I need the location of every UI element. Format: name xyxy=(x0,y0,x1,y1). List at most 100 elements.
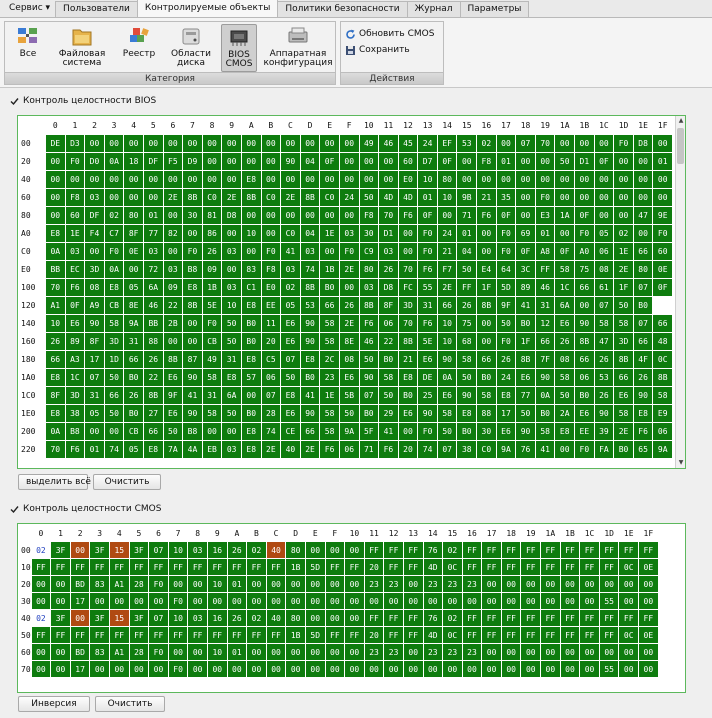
hex-byte-cell[interactable]: 8E xyxy=(124,297,143,314)
hex-byte-cell[interactable]: E8 xyxy=(241,297,261,314)
hex-byte-cell[interactable]: 9B xyxy=(457,189,477,206)
hex-byte-cell[interactable]: 00 xyxy=(286,661,305,677)
hex-byte-cell[interactable]: 06 xyxy=(653,423,672,440)
hex-byte-cell[interactable]: 10 xyxy=(168,542,188,558)
hex-byte-cell[interactable]: 1D xyxy=(104,351,124,368)
hex-byte-cell[interactable]: F0 xyxy=(575,441,594,458)
hex-byte-cell[interactable]: 00 xyxy=(266,576,286,592)
hex-byte-cell[interactable]: 00 xyxy=(379,171,398,188)
hex-byte-cell[interactable]: 00 xyxy=(168,576,188,592)
hex-byte-cell[interactable]: 00 xyxy=(364,593,384,609)
hex-byte-cell[interactable]: 00 xyxy=(183,135,202,152)
hex-byte-cell[interactable]: 00 xyxy=(188,644,207,660)
hex-byte-cell[interactable]: 00 xyxy=(653,135,672,152)
hex-byte-cell[interactable]: 20 xyxy=(261,333,281,350)
hex-byte-cell[interactable]: 00 xyxy=(345,576,364,592)
hex-byte-cell[interactable]: E6 xyxy=(398,405,418,422)
hex-byte-cell[interactable]: 50 xyxy=(163,423,183,440)
hex-byte-cell[interactable]: 00 xyxy=(521,661,541,677)
hex-byte-cell[interactable]: 00 xyxy=(477,243,496,260)
hex-byte-cell[interactable]: 26 xyxy=(339,297,359,314)
hex-byte-cell[interactable]: F0 xyxy=(653,225,672,242)
hex-byte-cell[interactable]: E6 xyxy=(281,315,300,332)
hex-byte-cell[interactable]: 00 xyxy=(281,135,300,152)
hex-byte-cell[interactable]: 8F xyxy=(85,333,104,350)
hex-byte-cell[interactable]: 00 xyxy=(555,189,575,206)
hex-byte-cell[interactable]: 00 xyxy=(104,171,124,188)
hex-byte-cell[interactable]: B8 xyxy=(183,423,202,440)
hex-byte-cell[interactable]: 6A xyxy=(143,279,163,296)
hex-byte-cell[interactable]: 00 xyxy=(580,576,599,592)
hex-byte-cell[interactable]: E6 xyxy=(65,315,85,332)
hex-byte-cell[interactable]: 00 xyxy=(222,225,241,242)
hex-byte-cell[interactable]: E6 xyxy=(163,369,183,386)
hex-byte-cell[interactable]: 00 xyxy=(266,593,286,609)
hex-byte-cell[interactable]: 00 xyxy=(320,243,339,260)
cmos-clear-button[interactable]: Очистить xyxy=(95,696,165,712)
hex-byte-cell[interactable]: 58 xyxy=(379,369,398,386)
refresh-cmos-button[interactable]: Обновить CMOS xyxy=(345,27,434,41)
hex-byte-cell[interactable]: 01 xyxy=(496,153,516,170)
hex-byte-cell[interactable]: F8 xyxy=(261,261,281,278)
hex-byte-cell[interactable]: FF xyxy=(580,627,599,643)
hex-byte-cell[interactable]: 2E xyxy=(163,189,183,206)
hex-byte-cell[interactable]: 90 xyxy=(535,369,555,386)
hex-byte-cell[interactable]: 80 xyxy=(124,207,143,224)
hex-byte-cell[interactable]: 00 xyxy=(202,153,222,170)
hex-byte-cell[interactable]: 07 xyxy=(281,351,300,368)
hex-byte-cell[interactable]: 31 xyxy=(124,333,143,350)
hex-byte-cell[interactable]: FF xyxy=(457,279,477,296)
hex-byte-cell[interactable]: 50 xyxy=(457,369,477,386)
hex-byte-cell[interactable]: FF xyxy=(51,627,70,643)
hex-byte-cell[interactable]: FF xyxy=(403,559,423,575)
hex-byte-cell[interactable]: 10 xyxy=(168,610,188,626)
hex-byte-cell[interactable]: 00 xyxy=(325,610,345,626)
hex-byte-cell[interactable]: 6A xyxy=(222,387,241,404)
hex-byte-cell[interactable]: 69 xyxy=(516,225,535,242)
hex-byte-cell[interactable]: 00 xyxy=(300,135,320,152)
hex-byte-cell[interactable]: 60 xyxy=(398,153,418,170)
invert-button[interactable]: Инверсия xyxy=(18,696,90,712)
hex-byte-cell[interactable]: 0F xyxy=(496,207,516,224)
hex-byte-cell[interactable]: 00 xyxy=(541,661,560,677)
hex-byte-cell[interactable]: 74 xyxy=(300,261,320,278)
hex-byte-cell[interactable]: FF xyxy=(325,627,345,643)
hex-byte-cell[interactable]: 00 xyxy=(482,661,501,677)
hex-byte-cell[interactable]: 48 xyxy=(653,333,672,350)
hex-byte-cell[interactable]: 22 xyxy=(143,369,163,386)
hex-byte-cell[interactable]: 01 xyxy=(227,576,247,592)
hex-byte-cell[interactable]: 02 xyxy=(443,542,462,558)
hex-byte-cell[interactable]: 00 xyxy=(462,661,482,677)
hex-byte-cell[interactable]: F0 xyxy=(149,576,168,592)
hex-byte-cell[interactable]: 00 xyxy=(633,225,653,242)
hex-byte-cell[interactable]: 00 xyxy=(325,661,345,677)
hex-byte-cell[interactable]: E0 xyxy=(398,171,418,188)
hex-byte-cell[interactable]: 2B xyxy=(163,315,183,332)
hex-byte-cell[interactable]: 00 xyxy=(207,593,227,609)
hex-byte-cell[interactable]: 8B xyxy=(183,189,202,206)
hex-byte-cell[interactable]: 00 xyxy=(104,135,124,152)
hex-byte-cell[interactable]: 05 xyxy=(85,405,104,422)
hex-byte-cell[interactable]: 53 xyxy=(594,369,614,386)
hex-byte-cell[interactable]: 00 xyxy=(339,153,359,170)
hex-byte-cell[interactable]: 28 xyxy=(129,576,149,592)
hex-byte-cell[interactable]: 8F xyxy=(124,225,143,242)
hex-byte-cell[interactable]: 00 xyxy=(70,542,90,558)
hex-byte-cell[interactable]: 00 xyxy=(46,189,65,206)
hex-byte-cell[interactable]: 1E xyxy=(65,225,85,242)
hex-byte-cell[interactable]: 90 xyxy=(633,387,653,404)
hex-byte-cell[interactable]: 00 xyxy=(261,153,281,170)
hex-byte-cell[interactable]: 66 xyxy=(104,387,124,404)
hex-byte-cell[interactable]: 07 xyxy=(85,369,104,386)
hex-byte-cell[interactable]: A1 xyxy=(110,576,129,592)
hex-byte-cell[interactable]: 12 xyxy=(535,315,555,332)
hex-byte-cell[interactable]: 9A xyxy=(339,423,359,440)
hex-byte-cell[interactable]: 58 xyxy=(594,315,614,332)
hex-byte-cell[interactable]: FF xyxy=(207,559,227,575)
hex-byte-cell[interactable]: 00 xyxy=(320,207,339,224)
hex-byte-cell[interactable]: 76 xyxy=(423,610,443,626)
hex-byte-cell[interactable]: 24 xyxy=(418,135,437,152)
hex-byte-cell[interactable]: FF xyxy=(619,542,639,558)
hex-byte-cell[interactable]: 66 xyxy=(46,351,65,368)
hex-byte-cell[interactable]: EC xyxy=(65,261,85,278)
